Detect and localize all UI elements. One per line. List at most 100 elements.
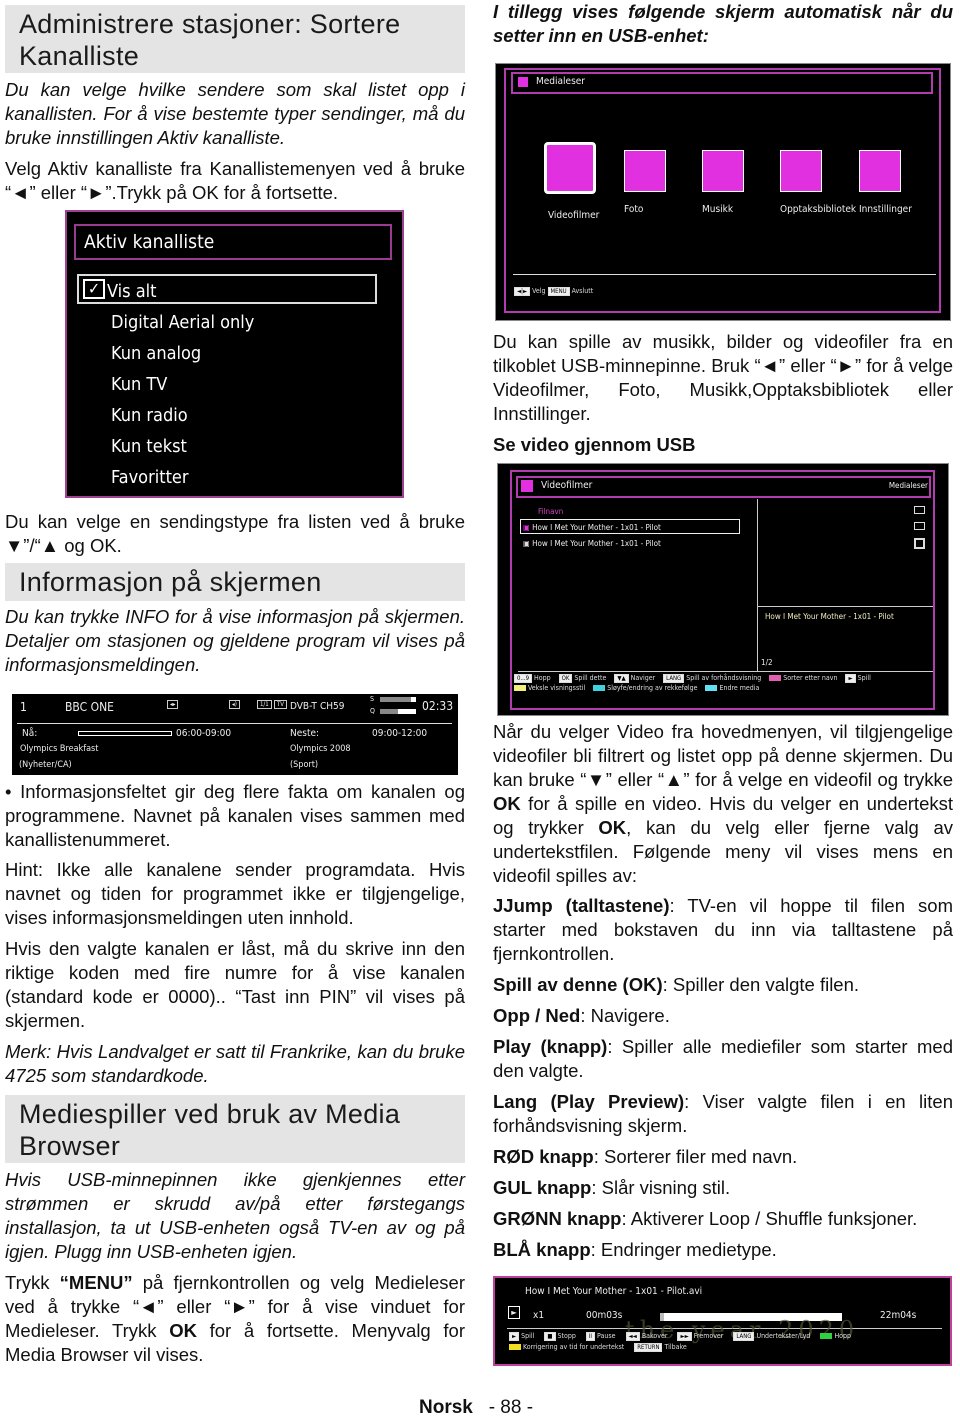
definition-item: GRØNN knapp: Aktiverer Loop / Shuffle fu… <box>493 1207 953 1231</box>
legend-label: Veksle visningsstil <box>528 684 586 692</box>
legend-item: Sorter etter navn <box>769 674 837 683</box>
subtitle-icon <box>914 506 925 514</box>
heading-sortere-kanalliste: Administrere stasjoner: Sortere Kanallis… <box>5 5 465 73</box>
legend-item: Korrigering av tid for undertekst <box>509 1343 624 1352</box>
description: : Endringer medietype. <box>590 1239 777 1260</box>
term: GUL knapp <box>493 1177 592 1198</box>
active-channel-list-screen: Aktiv kanalliste ✓ Vis alt Digital Aerial… <box>65 210 404 498</box>
channel-list-option[interactable]: Kun tekst <box>111 431 254 462</box>
term: Lang (Play Preview) <box>493 1091 685 1112</box>
definition-item: GUL knapp: Slår visning stil. <box>493 1176 953 1200</box>
media-tile-label: Foto <box>624 204 644 215</box>
color-button-icon <box>820 1333 833 1339</box>
paragraph: Trykk “MENU” på fjernkontrollen og velg … <box>5 1271 465 1367</box>
channel-list-option[interactable]: Kun TV <box>111 369 254 400</box>
media-tile-label: Videofilmer <box>548 210 600 221</box>
paragraph: I tillegg vises følgende skjerm automati… <box>493 1 953 46</box>
preview-title: How I Met Your Mother - 1x01 - Pilot <box>765 612 894 621</box>
video-player-screen: How I Met Your Mother - 1x01 - Pilot.avi… <box>493 1276 952 1366</box>
media-tile-videofilmer-icon[interactable] <box>544 142 596 194</box>
legend-item: ■ Stopp <box>544 1332 576 1341</box>
description: : Sorterer filer med navn. <box>593 1146 798 1167</box>
now-label: Nå: <box>22 728 38 739</box>
key-icon: LANG <box>733 1332 755 1341</box>
next-label: Neste: <box>290 728 320 739</box>
legend-label: Undertekster/Lyd <box>756 1332 811 1340</box>
key-icon: ◄◄ <box>625 1332 640 1341</box>
info-banner: 1 BBC ONE ◂▸ ◂) 1/1 TV DVB-T CH59 S Q 02… <box>12 694 458 775</box>
next-title: Olympics 2008 <box>290 744 351 754</box>
color-button-icon <box>705 685 718 691</box>
signal-bar <box>380 697 416 702</box>
aspect-icon: 1/1 <box>257 700 272 709</box>
screen-subtitle: Medialeser <box>888 481 928 490</box>
key-icon: ■ <box>544 1332 556 1341</box>
legend-item: ►► Fremover <box>677 1332 723 1341</box>
channel-list-option[interactable]: Kun radio <box>111 400 254 431</box>
media-tile-opptaksbibliotek-icon[interactable] <box>780 150 822 192</box>
paragraph: Du kan velge hvilke sendere som skal lis… <box>5 79 465 148</box>
file-row[interactable]: ▣ How I Met Your Mother - 1x01 - Pilot <box>523 520 661 536</box>
channel-list-option[interactable]: Vis alt <box>107 276 254 307</box>
divider <box>513 274 936 275</box>
channel-list-option[interactable]: Kun analog <box>111 338 254 369</box>
legend-item: II Pause <box>585 1332 616 1341</box>
paragraph: Du kan velge en sendingstype fra listen … <box>5 511 465 556</box>
file-row[interactable]: ▣ How I Met Your Mother - 1x01 - Pilot <box>523 536 661 552</box>
channel-list-option[interactable]: Favoritter <box>111 462 254 493</box>
text: OK <box>493 793 521 814</box>
definition-item: RØD knapp: Sorterer filer med navn. <box>493 1145 953 1169</box>
term: GRØNN knapp <box>493 1208 622 1229</box>
media-tile-label: Opptaksbibliotek <box>780 204 857 215</box>
video-browser-screen: Videofilmer Medialeser Filnavn ▣ How I M… <box>497 463 949 716</box>
next-genre: (Sport) <box>290 760 319 770</box>
next-time: 09:00-12:00 <box>372 728 428 739</box>
legend-item: ▼▲ Naviger <box>614 674 655 683</box>
quality-label: Q <box>370 707 375 715</box>
signal-label: S <box>370 695 374 703</box>
legend-label: Stopp <box>557 1332 576 1340</box>
subheading: Se video gjennom USB <box>493 434 696 455</box>
file-name: How I Met Your Mother - 1x01 - Pilot <box>532 539 661 548</box>
definition-item: Lang (Play Preview): Viser valgte filen … <box>493 1090 953 1138</box>
key-icon: ► <box>509 1332 520 1341</box>
legend-label: Hopp <box>534 674 551 682</box>
description: : Slår visning stil. <box>591 1177 731 1198</box>
definition-item: JJump (talltastene): TV-en vil hoppe til… <box>493 894 953 966</box>
color-button-icon <box>593 685 606 691</box>
menu-title: Aktiv kanalliste <box>74 224 392 260</box>
total-time: 22m04s <box>880 1310 917 1321</box>
legend-label: Spill <box>521 1332 535 1340</box>
aspect-icon <box>914 522 925 530</box>
media-tile-innstillinger-icon[interactable] <box>859 150 901 192</box>
term: Spill av denne (OK) <box>493 974 663 995</box>
now-title: Olympics Breakfast <box>20 744 99 754</box>
term: Opp / Ned <box>493 1005 581 1026</box>
legend-item: LANG Undertekster/Lyd <box>733 1332 810 1341</box>
term: JJump (talltastene) <box>493 895 670 916</box>
legend-item: LANG Spill av forhåndsvisning <box>663 674 761 683</box>
legend-label: Naviger <box>630 674 656 682</box>
hint-label: Velg <box>532 287 546 295</box>
playback-speed: x1 <box>533 1310 545 1321</box>
play-status-icon: ► <box>508 1306 520 1319</box>
media-tile-musikk-icon[interactable] <box>702 150 744 192</box>
media-browser-screen: Medialeser Videofilmer Foto Musikk Opptaksb… <box>495 63 951 321</box>
legend-label: Endre media <box>719 684 760 692</box>
channel-list-option[interactable]: Digital Aerial only <box>111 307 254 338</box>
divider <box>758 606 933 607</box>
checkbox-checked-icon[interactable]: ✓ <box>83 279 105 299</box>
clock: 02:33 <box>422 699 454 713</box>
heading-mediespiller: Mediespiller ved bruk av Media Browser <box>5 1095 465 1163</box>
color-button-icon <box>514 685 526 691</box>
legend-label: Fremover <box>693 1332 724 1340</box>
term: Play (knapp) <box>493 1036 608 1057</box>
definition-item: Opp / Ned: Navigere. <box>493 1004 953 1028</box>
hint-label: Avslutt <box>571 287 594 295</box>
legend-label: Spill dette <box>574 674 607 682</box>
media-tile-foto-icon[interactable] <box>624 150 666 192</box>
column-header-filename: Filnavn <box>538 507 564 516</box>
key-icon: II <box>585 1332 596 1341</box>
divider <box>17 723 452 724</box>
channel-number: 1 <box>20 700 27 714</box>
